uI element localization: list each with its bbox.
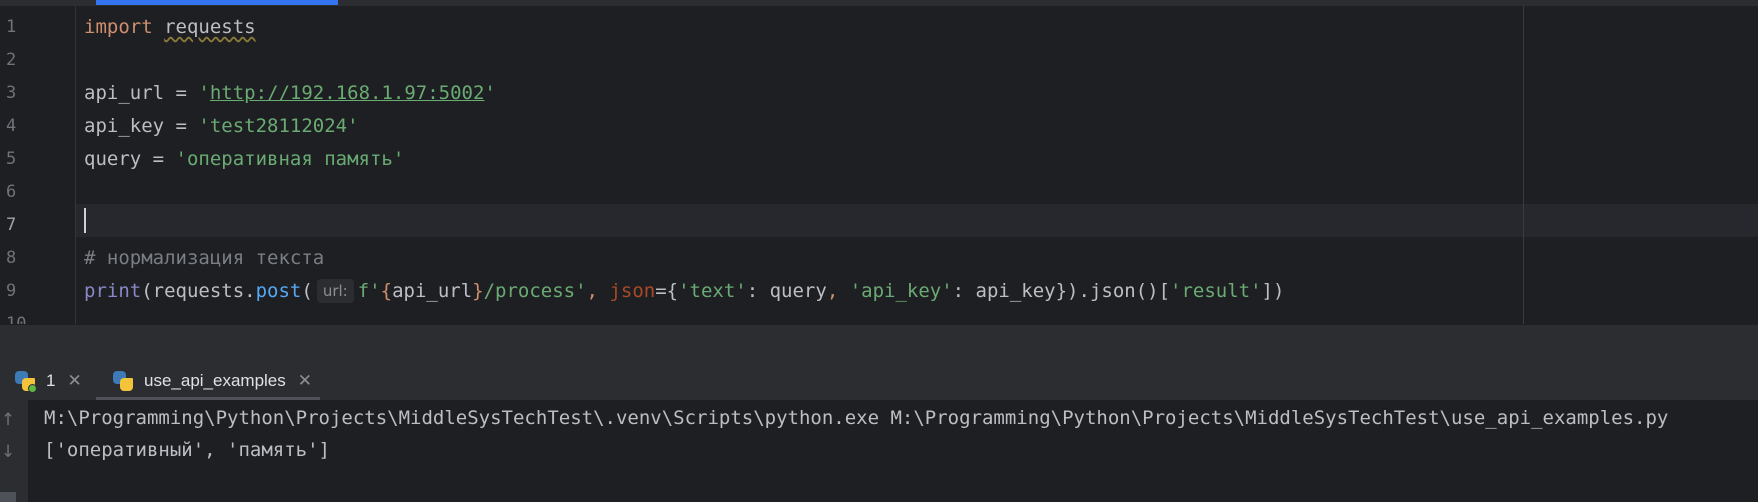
code-text: ()[ (1135, 280, 1171, 302)
line-number: 2 (6, 50, 17, 70)
string-literal: 'оперативная память' (175, 148, 405, 170)
keyword: import (84, 16, 153, 38)
fstring-prefix: f' (357, 280, 381, 302)
run-console[interactable]: ↑ ↓ M:\Programming\Python\Projects\Middl… (0, 400, 1758, 502)
line-number-current: 7 (6, 215, 17, 235)
line-number: 4 (6, 116, 17, 136)
code-line-1[interactable]: import requests (84, 11, 256, 44)
code-line-8[interactable]: # нормализация текста (84, 242, 324, 275)
console-toolbar: ↑ ↓ (0, 400, 28, 502)
line-number: 1 (6, 17, 17, 37)
code-line-4[interactable]: api_key = 'test28112024' (84, 110, 359, 143)
console-output-line: ['оперативный', 'память'] (44, 439, 330, 461)
panel-splitter[interactable] (0, 324, 1758, 363)
variable: api_url (84, 82, 165, 104)
code-text: ]) (1261, 280, 1285, 302)
keyword-argument: json (609, 280, 656, 302)
builtin-function: print (84, 280, 142, 302)
line-number: 5 (6, 149, 17, 169)
string-quote: ' (198, 82, 210, 104)
parameter-hint: url: (316, 279, 354, 303)
variable: query (84, 148, 142, 170)
line-number: 8 (6, 248, 17, 268)
code-text: : api_key}). (952, 280, 1090, 302)
code-text: (requests. (141, 280, 256, 302)
close-icon[interactable]: ✕ (67, 371, 81, 391)
code-text: , (586, 280, 610, 302)
console-scroll-indicator[interactable] (0, 492, 16, 502)
code-editor[interactable]: 1 2 3 4 5 6 7 8 9 10 import requests api… (0, 6, 1758, 324)
url-link[interactable]: http://192.168.1.97:5002 (210, 82, 485, 104)
run-tab-use-api-examples[interactable]: use_api_examples ✕ (96, 362, 320, 400)
variable: api_key (84, 115, 165, 137)
string-literal: /process' (483, 280, 587, 302)
active-tab-indicator (96, 0, 338, 5)
arrow-down-icon[interactable]: ↓ (0, 442, 16, 462)
function-call: post (255, 280, 302, 302)
fstring-expression: api_url (392, 280, 473, 302)
right-margin-guide (1523, 6, 1524, 324)
python-icon (112, 370, 134, 392)
text-caret (84, 208, 86, 233)
line-number: 3 (6, 83, 17, 103)
current-line-highlight (76, 204, 1758, 237)
operator: = (164, 82, 199, 104)
python-icon (14, 370, 37, 393)
string-literal: 'text' (678, 280, 747, 302)
close-icon[interactable]: ✕ (298, 371, 312, 391)
module-name: requests (164, 16, 256, 38)
comment: # нормализация текста (84, 247, 325, 269)
run-tab-label: 1 (46, 371, 56, 390)
string-literal: 'api_key' (849, 280, 953, 302)
operator: = (164, 115, 199, 137)
line-number: 9 (6, 281, 17, 301)
line-number: 10 (6, 314, 27, 324)
operator: = (141, 148, 176, 170)
gutter-divider (75, 6, 76, 324)
arrow-up-icon[interactable]: ↑ (0, 410, 16, 430)
string-literal: 'result' (1170, 280, 1262, 302)
code-text: ={ (655, 280, 679, 302)
fstring-brace: { (380, 280, 393, 302)
string-quote: ' (484, 82, 496, 104)
line-number-gutter[interactable]: 1 2 3 4 5 6 7 8 9 10 (0, 6, 76, 324)
code-line-5[interactable]: query = 'оперативная память' (84, 143, 404, 176)
run-tab-label: use_api_examples (144, 371, 286, 390)
code-line-9[interactable]: print(requests.post(url: f'{api_url}/proc… (84, 275, 1284, 308)
code-text: : query (746, 280, 827, 302)
code-line-3[interactable]: api_url = 'http://192.168.1.97:5002' (84, 77, 496, 110)
run-tab-1[interactable]: 1 ✕ (14, 362, 90, 400)
code-text: , (826, 280, 850, 302)
function-call: json (1089, 280, 1136, 302)
code-text: ( (301, 280, 313, 302)
run-tool-window-tabs: 1 ✕ use_api_examples ✕ (0, 362, 1758, 400)
fstring-brace: } (472, 280, 484, 302)
console-command-line: M:\Programming\Python\Projects\MiddleSys… (44, 407, 1669, 429)
string-literal: 'test28112024' (198, 115, 359, 137)
line-number: 6 (6, 182, 17, 202)
